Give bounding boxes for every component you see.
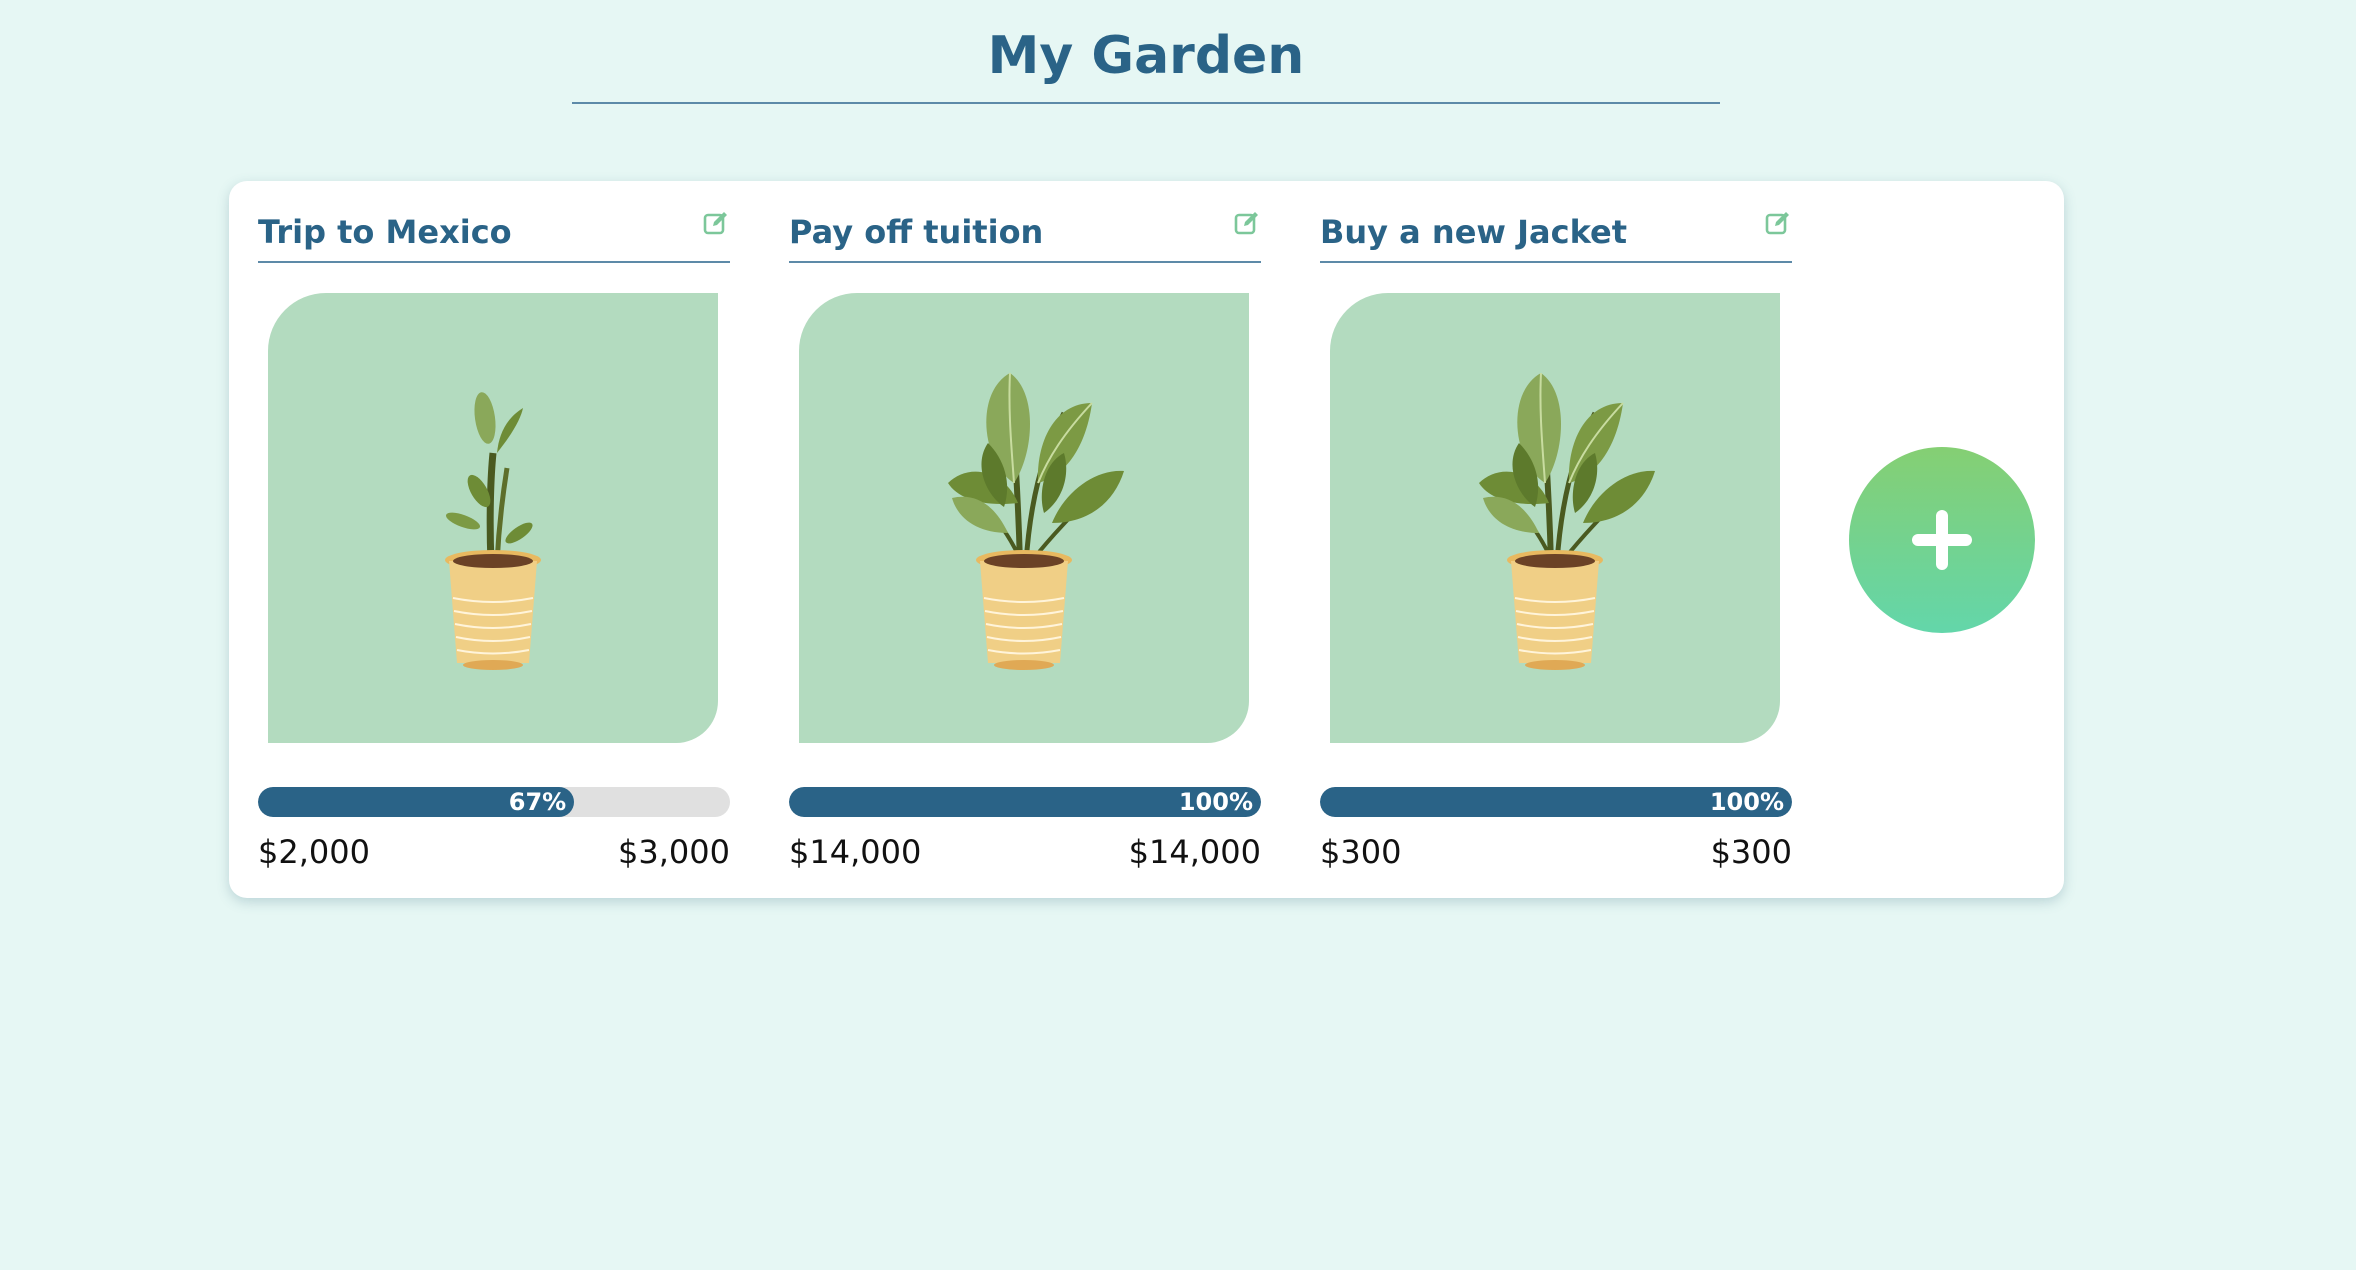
goal-card: Pay off tuition 100% $14,000 $14,000 xyxy=(789,181,1261,898)
progress-bar: 100% xyxy=(789,787,1261,817)
plus-icon-vertical xyxy=(1936,510,1948,570)
goal-title: Trip to Mexico xyxy=(258,213,512,251)
progress-percent: 100% xyxy=(1178,788,1253,816)
goal-header: Buy a new Jacket xyxy=(1320,209,1792,263)
garden-panel: Trip to Mexico 67% $2,000 $3,000 Pay off… xyxy=(229,181,2064,898)
goal-card: Buy a new Jacket 100% $300 $300 xyxy=(1320,181,1792,898)
progress-bar: 100% xyxy=(1320,787,1792,817)
edit-icon[interactable] xyxy=(1233,209,1261,237)
goal-header: Trip to Mexico xyxy=(258,209,730,263)
saved-amount: $2,000 xyxy=(258,833,370,871)
title-divider xyxy=(572,102,1720,104)
saved-amount: $300 xyxy=(1320,833,1402,871)
potted-plant-icon xyxy=(445,392,541,670)
plant-image xyxy=(268,293,718,743)
goal-card: Trip to Mexico 67% $2,000 $3,000 xyxy=(258,181,730,898)
potted-plant-icon xyxy=(1479,372,1655,670)
progress-bar: 67% xyxy=(258,787,730,817)
saved-amount: $14,000 xyxy=(789,833,922,871)
target-amount: $300 xyxy=(1710,833,1792,871)
edit-icon[interactable] xyxy=(1764,209,1792,237)
page-title: My Garden xyxy=(987,26,1305,86)
target-amount: $3,000 xyxy=(618,833,730,871)
edit-icon[interactable] xyxy=(702,209,730,237)
goal-header: Pay off tuition xyxy=(789,209,1261,263)
progress-fill: 67% xyxy=(258,787,575,817)
add-goal-button[interactable] xyxy=(1849,447,2035,633)
potted-plant-icon xyxy=(948,372,1124,670)
plant-image xyxy=(799,293,1249,743)
plant-image xyxy=(1330,293,1780,743)
target-amount: $14,000 xyxy=(1128,833,1261,871)
progress-fill: 100% xyxy=(789,787,1261,817)
progress-percent: 67% xyxy=(508,788,567,816)
progress-fill: 100% xyxy=(1320,787,1792,817)
goal-title: Pay off tuition xyxy=(789,213,1044,251)
goal-title: Buy a new Jacket xyxy=(1320,213,1627,251)
progress-percent: 100% xyxy=(1709,788,1784,816)
